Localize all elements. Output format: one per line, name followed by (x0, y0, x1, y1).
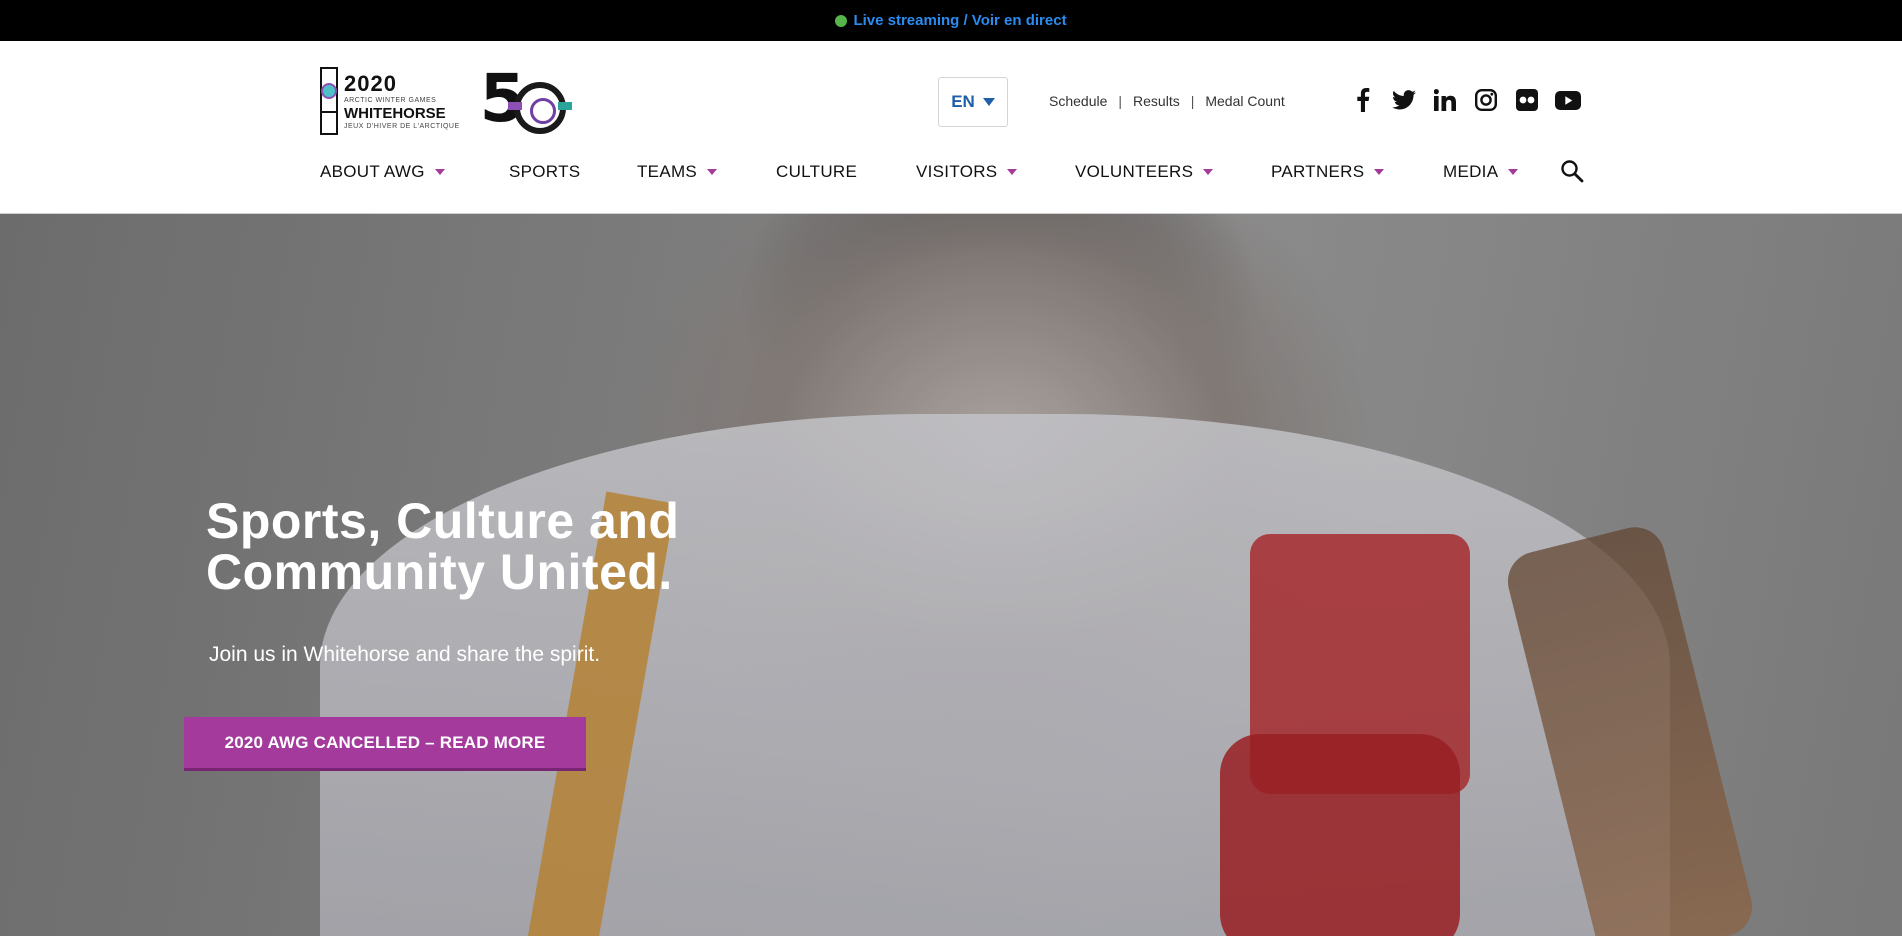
chevron-down-icon (1508, 169, 1519, 175)
facebook-icon[interactable] (1350, 87, 1376, 113)
utility-links: Schedule | Results | Medal Count (1049, 93, 1285, 109)
chevron-down-icon (707, 169, 718, 175)
youtube-icon[interactable] (1555, 87, 1581, 113)
nav-item-label: SPORTS (509, 162, 581, 181)
nav-item-sports[interactable]: SPORTS (509, 162, 580, 182)
live-streaming-bar: Live streaming / Voir en direct (0, 0, 1902, 41)
live-streaming-link[interactable]: Live streaming / Voir en direct (835, 12, 1067, 29)
north-logo-mark-icon (320, 67, 338, 135)
social-links (1350, 87, 1581, 113)
live-streaming-label: Live streaming / Voir en direct (853, 12, 1067, 29)
hero-title-line2: Community United. (206, 544, 673, 600)
nav-item-volunteers[interactable]: VOLUNTEERS (1075, 162, 1214, 182)
medal-count-link[interactable]: Medal Count (1205, 93, 1284, 109)
chevron-down-icon (982, 98, 995, 106)
nav-item-teams[interactable]: TEAMS (637, 162, 718, 182)
read-more-button[interactable]: 2020 AWG CANCELLED – READ MORE (184, 717, 586, 771)
nav-item-media[interactable]: MEDIA (1443, 162, 1519, 182)
site-logo[interactable]: 2020 ARCTIC WINTER GAMES WHITEHORSE JEUX… (320, 60, 572, 137)
logo-subtitle-bottom: JEUX D'HIVER DE L'ARCTIQUE (344, 122, 460, 130)
language-selected: EN (951, 92, 975, 111)
hero-banner: Sports, Culture and Community United. Jo… (0, 214, 1902, 936)
hero-title-line1: Sports, Culture and (206, 493, 680, 549)
twitter-icon[interactable] (1391, 87, 1417, 113)
logo-year: 2020 (344, 70, 397, 96)
nav-item-label: PARTNERS (1271, 162, 1365, 181)
chevron-down-icon (1007, 169, 1018, 175)
nav-item-label: MEDIA (1443, 162, 1499, 181)
results-link[interactable]: Results (1133, 93, 1180, 109)
logo-city: WHITEHORSE (344, 104, 446, 122)
nav-item-about-awg[interactable]: ABOUT AWG (320, 162, 445, 182)
awg-2020-logo: 2020 ARCTIC WINTER GAMES WHITEHORSE JEUX… (320, 67, 460, 135)
chevron-down-icon (1374, 169, 1385, 175)
nav-item-label: VISITORS (916, 162, 998, 181)
nav-item-label: VOLUNTEERS (1075, 162, 1194, 181)
search-icon[interactable] (1560, 159, 1586, 185)
flickr-icon[interactable] (1514, 87, 1540, 113)
nav-item-label: TEAMS (637, 162, 698, 181)
nav-item-label: ABOUT AWG (320, 162, 425, 181)
nav-item-culture[interactable]: CULTURE (776, 162, 857, 182)
language-select[interactable]: EN (938, 77, 1008, 127)
logo-subtitle-top: ARCTIC WINTER GAMES (344, 96, 437, 104)
50th-anniversary-logo: 5 (480, 60, 572, 137)
site-header: 2020 ARCTIC WINTER GAMES WHITEHORSE JEUX… (0, 41, 1902, 214)
chevron-down-icon (434, 169, 445, 175)
schedule-link[interactable]: Schedule (1049, 93, 1107, 109)
nav-item-label: CULTURE (776, 162, 858, 181)
hero-subtitle: Join us in Whitehorse and share the spir… (209, 643, 601, 666)
instagram-icon[interactable] (1473, 87, 1499, 113)
divider: | (1190, 93, 1195, 109)
linkedin-icon[interactable] (1432, 87, 1458, 113)
divider: | (1118, 93, 1123, 109)
chevron-down-icon (1203, 169, 1214, 175)
nav-item-visitors[interactable]: VISITORS (916, 162, 1018, 182)
nav-item-partners[interactable]: PARTNERS (1271, 162, 1385, 182)
hero-title: Sports, Culture and Community United. (206, 496, 826, 598)
live-indicator-dot (835, 14, 848, 27)
